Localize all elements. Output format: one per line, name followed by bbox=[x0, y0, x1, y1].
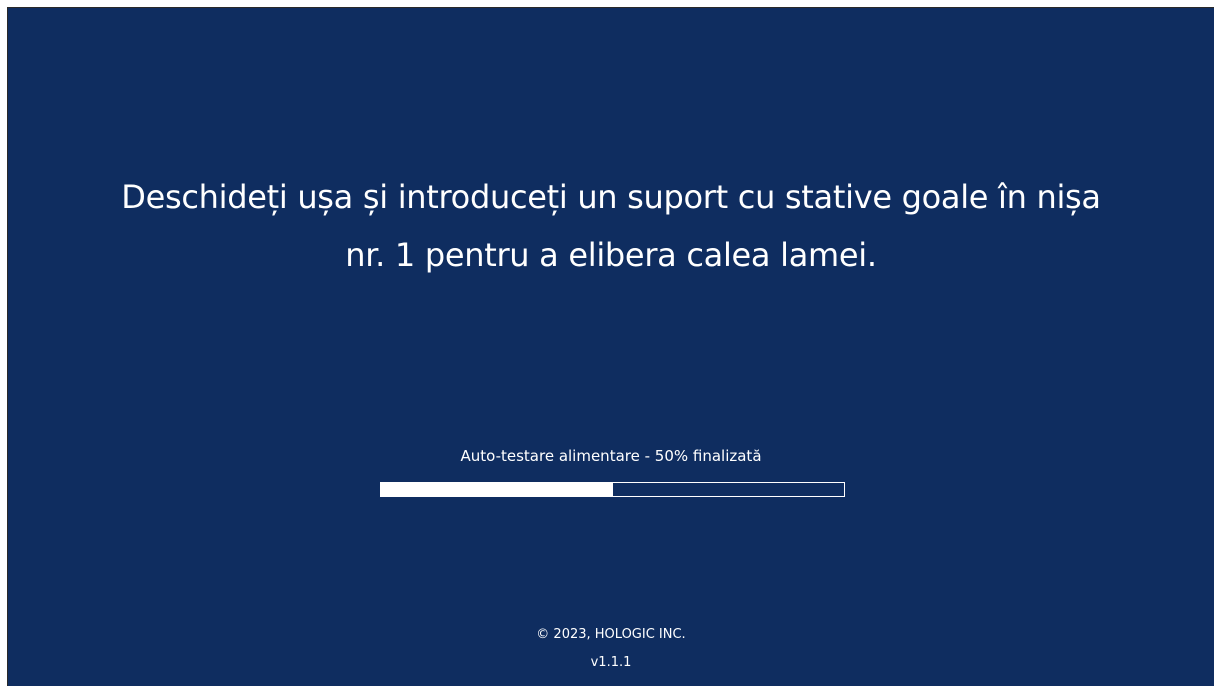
copyright-text: © 2023, HOLOGIC INC. bbox=[536, 627, 686, 642]
self-test-screen: Deschideți ușa și introduceți un suport … bbox=[7, 7, 1214, 686]
instruction-line-2: nr. 1 pentru a elibera calea lamei. bbox=[345, 236, 877, 274]
instruction-line-1: Deschideți ușa și introduceți un suport … bbox=[121, 178, 1101, 216]
progress-bar bbox=[380, 482, 845, 497]
instruction-message: Deschideți ușa și introduceți un suport … bbox=[28, 168, 1194, 284]
progress-bar-fill bbox=[381, 483, 613, 496]
progress-label: Auto-testare alimentare - 50% finalizată bbox=[460, 447, 762, 465]
version-text: v1.1.1 bbox=[590, 655, 632, 670]
